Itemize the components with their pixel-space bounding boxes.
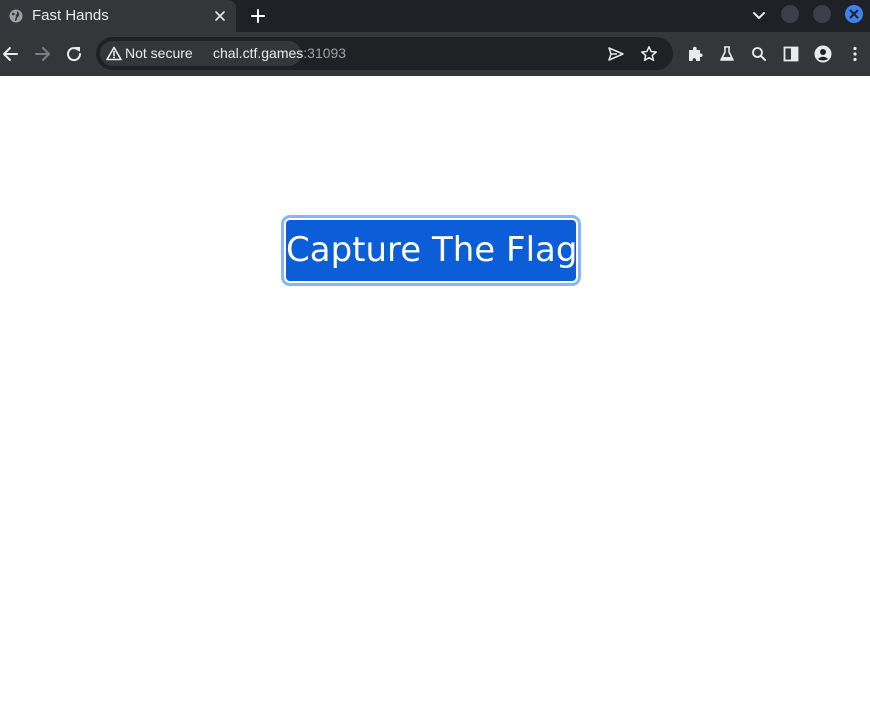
window-close-button[interactable] — [845, 5, 863, 23]
tab-title: Fast Hands — [32, 7, 109, 24]
warning-icon — [106, 46, 122, 61]
tab-fast-hands[interactable]: Fast Hands — [0, 0, 236, 32]
reload-icon[interactable] — [64, 44, 84, 64]
tab-strip: Fast Hands — [0, 0, 870, 32]
page-content: Capture The Flag — [0, 76, 870, 723]
url-port: :31093 — [303, 45, 347, 61]
arrow-right-icon[interactable] — [32, 44, 52, 64]
search-icon[interactable] — [750, 45, 768, 63]
chevron-down-icon[interactable] — [751, 9, 767, 23]
browser-toolbar: Not secure chal.ctf.games:31093 — [0, 32, 870, 76]
browser-window: Fast Hands Not secure chal.ctf.games:310… — [0, 0, 870, 723]
capture-the-flag-button[interactable]: Capture The Flag — [281, 215, 581, 286]
plus-icon[interactable] — [249, 7, 267, 25]
window-minimize-button[interactable] — [781, 5, 799, 23]
url-host: chal.ctf.games — [213, 45, 304, 61]
star-icon[interactable] — [640, 45, 658, 63]
window-maximize-button[interactable] — [813, 5, 831, 23]
send-icon[interactable] — [607, 45, 625, 63]
puzzle-icon[interactable] — [686, 45, 704, 63]
flask-icon[interactable] — [718, 45, 736, 63]
close-icon[interactable] — [213, 9, 227, 23]
security-label: Not secure — [125, 45, 193, 61]
kebab-menu-icon[interactable] — [846, 45, 864, 63]
arrow-left-icon[interactable] — [1, 44, 21, 64]
address-bar[interactable]: Not secure chal.ctf.games:31093 — [96, 37, 673, 70]
url-text[interactable]: chal.ctf.games:31093 — [213, 45, 346, 61]
avatar-icon[interactable] — [814, 45, 832, 63]
globe-icon — [9, 9, 23, 23]
close-icon — [849, 9, 859, 19]
side-panel-icon[interactable] — [782, 45, 800, 63]
